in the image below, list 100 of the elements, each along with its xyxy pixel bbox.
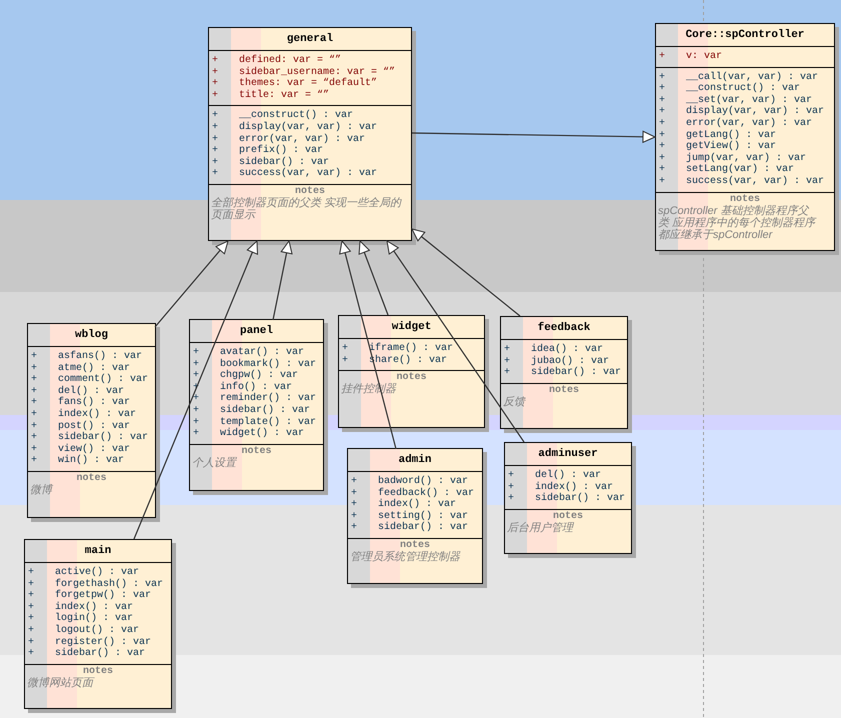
visibility-marker: + xyxy=(659,152,666,164)
operation: __construct() : var xyxy=(239,110,354,122)
notes-label: notes xyxy=(76,472,106,484)
visibility-marker: + xyxy=(193,428,200,440)
visibility-marker: + xyxy=(193,416,200,428)
visibility-marker: + xyxy=(351,499,358,510)
visibility-marker: + xyxy=(212,66,218,78)
operation: comment() : var xyxy=(58,374,148,386)
operation: feedback() : var xyxy=(378,488,474,499)
operation: active() : var xyxy=(55,567,140,578)
visibility-marker: + xyxy=(504,344,510,355)
visibility-marker: + xyxy=(508,482,514,493)
operation: setLang(var) : var xyxy=(686,164,794,176)
visibility-marker: + xyxy=(659,72,666,83)
visibility-marker: + xyxy=(193,370,200,382)
operation: win() : var xyxy=(58,455,124,467)
note-text: 后台用户管理 xyxy=(507,522,575,534)
visibility-marker: + xyxy=(31,374,38,386)
visibility-marker: + xyxy=(31,432,38,444)
operation: getView() : var xyxy=(686,141,776,152)
note-text: 微博网站页面 xyxy=(27,676,96,689)
visibility-marker: + xyxy=(31,397,38,408)
operation: error(var, var) : var xyxy=(686,118,812,130)
operation: index() : var xyxy=(378,499,456,510)
note-text: 管理员系统管理控制器 xyxy=(350,550,462,563)
visibility-marker: + xyxy=(193,404,200,416)
attribute: title: var = “” xyxy=(239,90,330,102)
visibility-marker: + xyxy=(342,354,348,366)
visibility-marker: + xyxy=(31,420,38,432)
operation: display(var, var) : var xyxy=(239,122,378,134)
visibility-marker: + xyxy=(212,122,218,133)
visibility-marker: + xyxy=(31,362,38,374)
visibility-marker: + xyxy=(212,156,218,168)
visibility-marker: + xyxy=(31,408,38,420)
operation: logout() : var xyxy=(55,624,140,636)
visibility-marker: + xyxy=(508,493,514,504)
visibility-marker: + xyxy=(212,78,218,90)
notes-label: notes xyxy=(241,446,272,457)
visibility-marker: + xyxy=(342,343,348,354)
operation: sidebar() : var xyxy=(535,493,626,505)
operation: sidebar() : var xyxy=(239,156,330,168)
operation: display(var, var) : var xyxy=(686,106,824,118)
visibility-marker: + xyxy=(351,510,358,522)
visibility-marker: + xyxy=(212,168,218,180)
visibility-marker: + xyxy=(351,476,358,487)
visibility-marker: + xyxy=(28,636,34,648)
notes-label: notes xyxy=(730,194,760,205)
visibility-marker: + xyxy=(28,578,34,590)
operation: forgetpw() : var xyxy=(55,590,152,602)
visibility-marker: + xyxy=(659,141,666,152)
operation: badword() : var xyxy=(378,476,468,488)
operation: forgethash() : var xyxy=(55,578,164,590)
operation: __call(var, var) : var xyxy=(686,72,818,83)
visibility-marker: + xyxy=(351,488,358,499)
visibility-marker: + xyxy=(28,602,34,613)
note-text: 个人设置 xyxy=(192,456,238,469)
notes-label: notes xyxy=(396,372,426,384)
operation: sidebar() : var xyxy=(220,404,310,416)
visibility-marker: + xyxy=(212,134,218,145)
operation: atme() : var xyxy=(58,362,130,374)
operation: prefix() : var xyxy=(239,145,324,156)
operation: sidebar() : var xyxy=(378,522,468,534)
visibility-marker: + xyxy=(31,386,38,397)
operation: __construct() : var xyxy=(686,83,800,94)
operation: fans() : var xyxy=(58,397,130,408)
notes-label: notes xyxy=(552,510,583,522)
visibility-marker: + xyxy=(212,55,218,66)
operation: widget() : var xyxy=(220,428,304,440)
visibility-marker: + xyxy=(504,356,510,367)
class-name: adminuser xyxy=(538,446,598,462)
operation: chgpw() : var xyxy=(220,370,298,382)
visibility-marker: + xyxy=(351,522,358,534)
visibility-marker: + xyxy=(28,648,34,660)
class-name: admin xyxy=(398,452,432,468)
visibility-marker: + xyxy=(193,393,200,404)
notes-label: notes xyxy=(294,186,325,197)
operation: success(var, var) : var xyxy=(686,176,824,188)
operation: sidebar() : var xyxy=(55,648,146,660)
visibility-marker: + xyxy=(31,444,38,455)
visibility-marker: + xyxy=(659,94,666,106)
visibility-marker: + xyxy=(193,347,200,358)
visibility-marker: + xyxy=(659,118,666,129)
attribute: defined: var = “” xyxy=(239,55,342,66)
visibility-marker: + xyxy=(28,590,34,602)
note-text: 全部控制器页面的父类 实现一些全局的页面显示 xyxy=(211,196,403,221)
operation: error(var, var) : var xyxy=(239,134,366,145)
operation: del() : var xyxy=(535,470,602,482)
class-name: panel xyxy=(240,324,273,339)
visibility-marker: + xyxy=(212,90,218,101)
operation: bookmark() : var xyxy=(220,358,316,370)
class-name: wblog xyxy=(74,328,108,343)
class-name: main xyxy=(84,544,112,559)
notes-label: notes xyxy=(548,384,579,396)
class-name: feedback xyxy=(538,320,590,336)
visibility-marker: + xyxy=(193,358,200,370)
visibility-marker: + xyxy=(659,164,666,176)
visibility-marker: + xyxy=(212,110,218,122)
visibility-marker: + xyxy=(31,455,38,466)
operation: del() : var xyxy=(58,386,124,397)
notes-label: notes xyxy=(82,666,113,677)
